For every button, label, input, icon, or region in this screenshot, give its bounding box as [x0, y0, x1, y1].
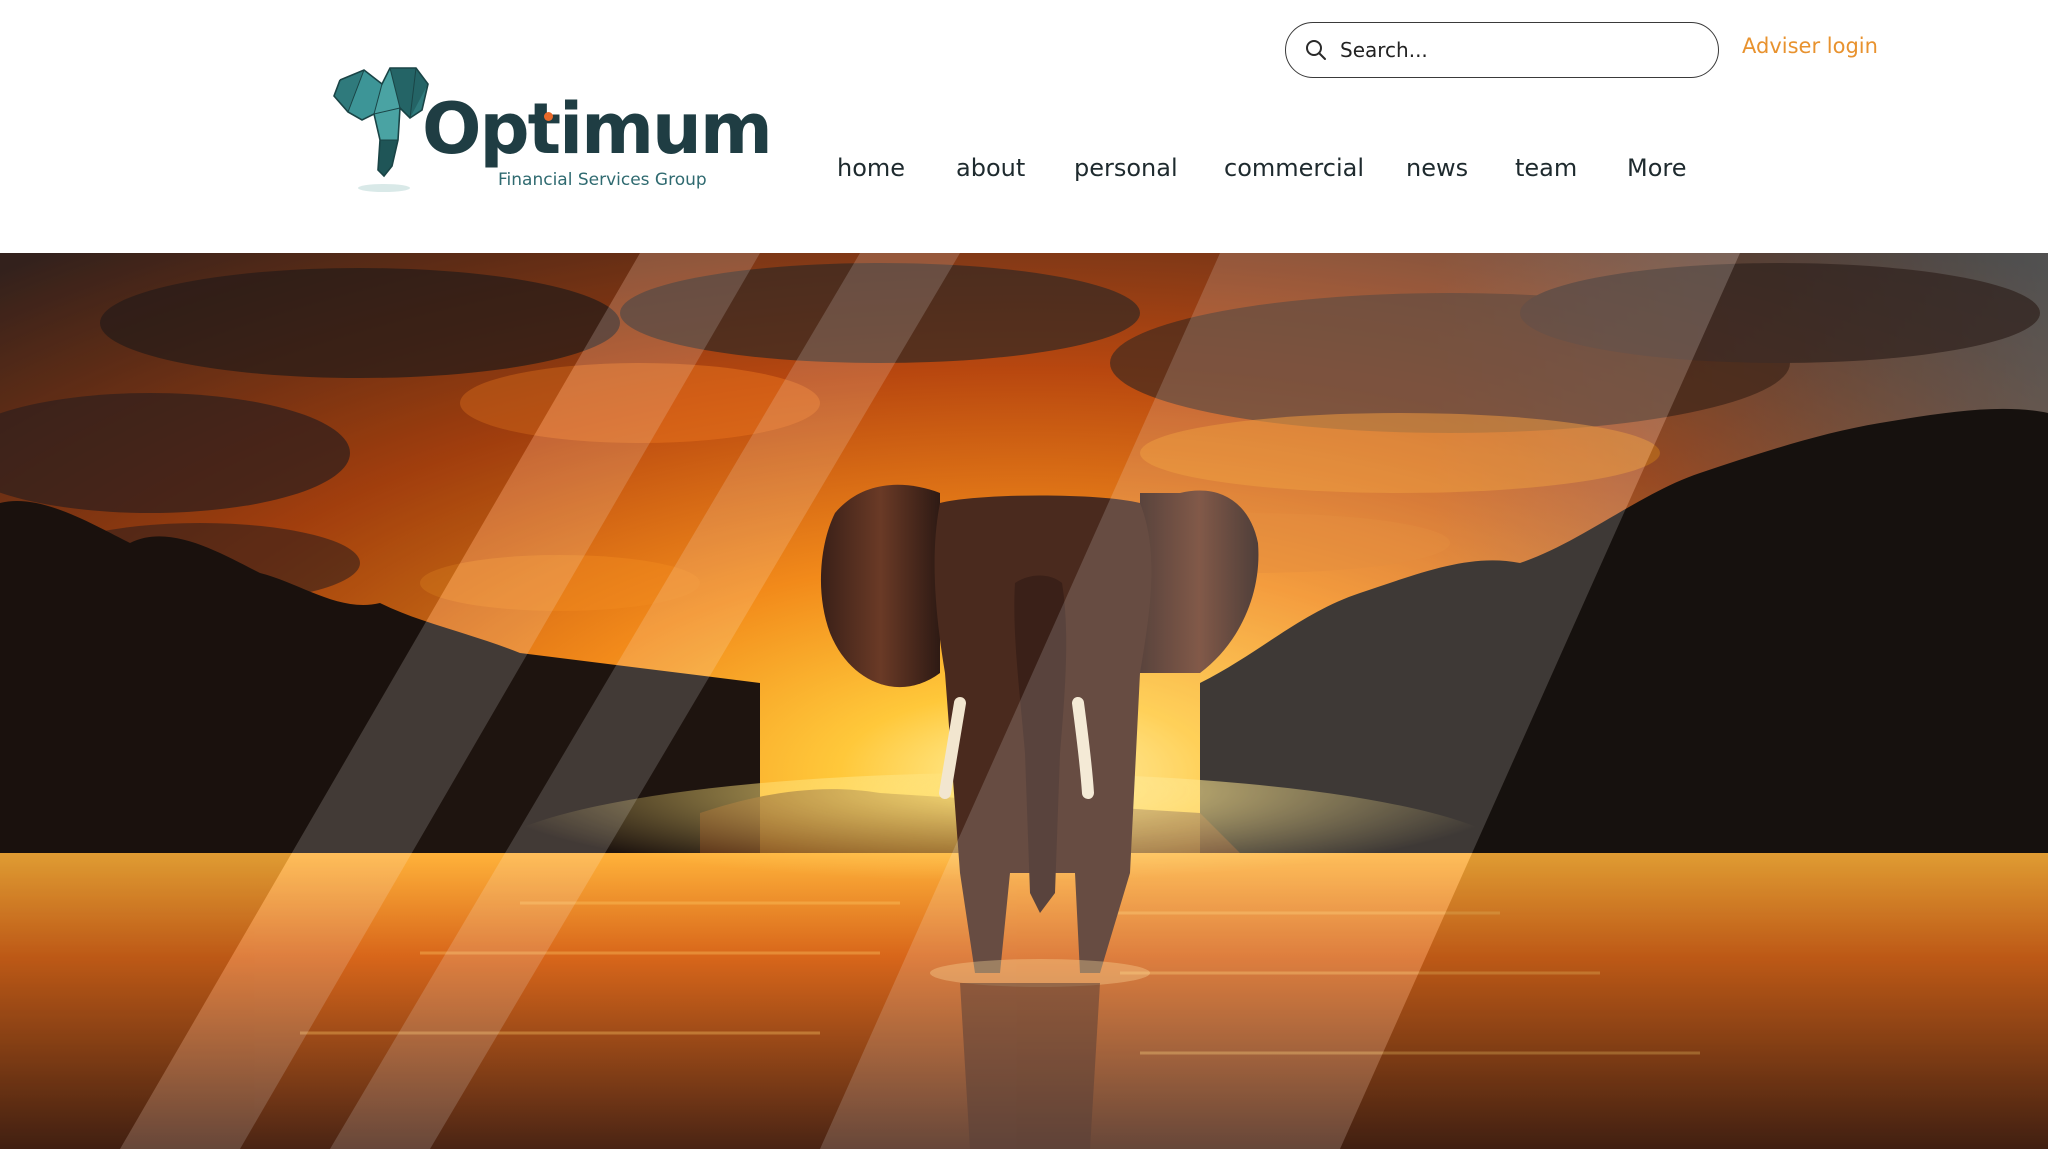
nav-item-team[interactable]: team — [1515, 154, 1577, 182]
logo-accent-dot — [544, 112, 553, 121]
nav-item-news[interactable]: news — [1406, 154, 1468, 182]
adviser-login-link[interactable]: Adviser login — [1742, 34, 1878, 58]
nav-item-home[interactable]: home — [837, 154, 905, 182]
logo[interactable]: Optimum Financial Services Group — [330, 66, 773, 196]
elephant-sunset-river-image — [0, 253, 2048, 1149]
site-header: Optimum Financial Services Group Adviser… — [0, 0, 2048, 253]
hero-banner — [0, 253, 2048, 1149]
nav-item-personal[interactable]: personal — [1074, 154, 1178, 182]
search-box[interactable] — [1285, 22, 1719, 78]
nav-item-more[interactable]: More — [1627, 154, 1687, 182]
search-icon[interactable] — [1304, 38, 1328, 62]
elephant-head-logo-icon — [333, 67, 429, 192]
logo-tagline: Financial Services Group — [498, 170, 707, 190]
nav-item-commercial[interactable]: commercial — [1224, 154, 1364, 182]
nav-item-about[interactable]: about — [956, 154, 1025, 182]
search-input[interactable] — [1340, 33, 1700, 67]
logo-wordmark: Optimum — [422, 88, 773, 170]
